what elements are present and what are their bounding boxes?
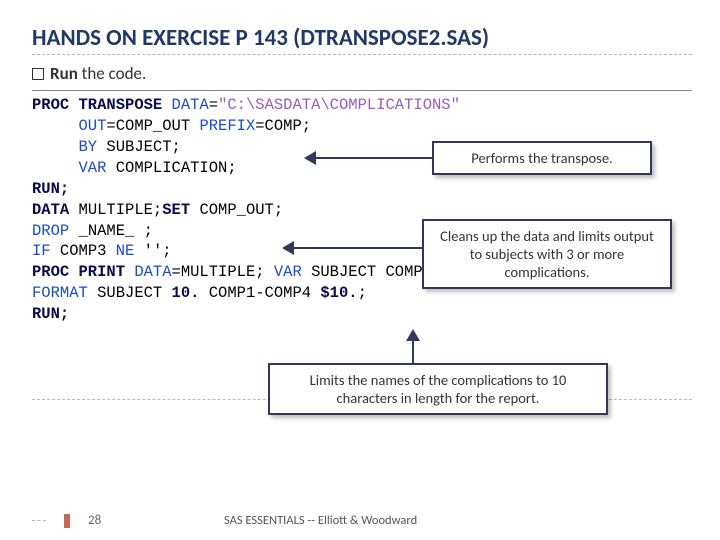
arrow-2 [290, 247, 422, 249]
callout-format: Limits the names of the complications to… [268, 363, 608, 415]
callout-transpose: Performs the transpose. [432, 141, 652, 175]
page-number: 28 [88, 513, 116, 528]
footer: 28 SAS ESSENTIALS -- Elliott & Woodward [32, 513, 692, 528]
code-block: PROC TRANSPOSE DATA="C:\SASDATA\COMPLICA… [32, 95, 692, 325]
title-divider [32, 54, 692, 55]
footer-source: SAS ESSENTIALS -- Elliott & Woodward [224, 513, 417, 528]
callout-cleanup: Cleans up the data and limits output to … [422, 219, 672, 289]
arrow-head-icon [282, 241, 294, 255]
footer-accent-icon [64, 514, 70, 528]
subtitle: Run the code. [32, 63, 692, 84]
subtitle-run: Run [50, 63, 78, 84]
footer-dash-icon [32, 520, 46, 521]
arrow-head-icon [304, 151, 316, 165]
subtitle-rest: the code. [78, 63, 146, 84]
arrow-1 [312, 157, 432, 159]
code-area: PROC TRANSPOSE DATA="C:\SASDATA\COMPLICA… [32, 90, 692, 400]
arrow-3 [412, 339, 414, 365]
arrow-head-icon [406, 329, 420, 341]
bullet-box-icon [32, 68, 44, 80]
slide-title: HANDS ON EXERCISE P 143 (DTRANSPOSE2.SAS… [32, 24, 692, 52]
